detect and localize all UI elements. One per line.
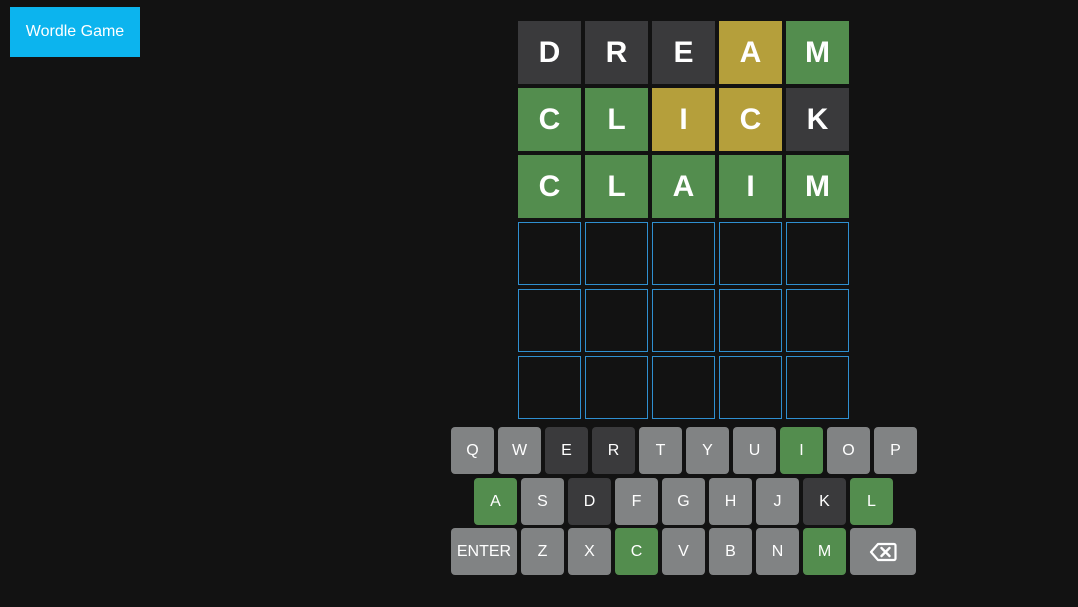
board-tile-r2-c2: L [585,88,648,151]
key-g[interactable]: G [662,478,705,525]
board-tile-r3-c2: L [585,155,648,218]
board-tile-r3-c1: C [518,155,581,218]
key-y[interactable]: Y [686,427,729,474]
game-board: DREAMCLICKCLAIM [518,21,849,419]
board-tile-r2-c4: C [719,88,782,151]
key-enter[interactable]: ENTER [451,528,517,575]
key-c[interactable]: C [615,528,658,575]
board-tile-r6-c3 [652,356,715,419]
board-tile-r6-c4 [719,356,782,419]
key-h[interactable]: H [709,478,752,525]
key-f[interactable]: F [615,478,658,525]
board-tile-r5-c4 [719,289,782,352]
key-b[interactable]: B [709,528,752,575]
board-tile-r1-c3: E [652,21,715,84]
board-tile-r4-c1 [518,222,581,285]
key-j[interactable]: J [756,478,799,525]
board-tile-r6-c5 [786,356,849,419]
key-n[interactable]: N [756,528,799,575]
board-tile-r3-c3: A [652,155,715,218]
key-m[interactable]: M [803,528,846,575]
key-w[interactable]: W [498,427,541,474]
key-t[interactable]: T [639,427,682,474]
key-p[interactable]: P [874,427,917,474]
board-tile-r1-c5: M [786,21,849,84]
board-tile-r1-c4: A [719,21,782,84]
key-a[interactable]: A [474,478,517,525]
key-q[interactable]: Q [451,427,494,474]
key-o[interactable]: O [827,427,870,474]
board-tile-r5-c3 [652,289,715,352]
board-tile-r6-c1 [518,356,581,419]
board-tile-r5-c2 [585,289,648,352]
key-d[interactable]: D [568,478,611,525]
key-l[interactable]: L [850,478,893,525]
board-tile-r5-c1 [518,289,581,352]
board-tile-r3-c5: M [786,155,849,218]
board-tile-r4-c3 [652,222,715,285]
board-tile-r1-c1: D [518,21,581,84]
board-tile-r4-c5 [786,222,849,285]
key-s[interactable]: S [521,478,564,525]
key-k[interactable]: K [803,478,846,525]
key-r[interactable]: R [592,427,635,474]
backspace-icon [869,542,897,561]
wordle-game-button[interactable]: Wordle Game [10,7,140,57]
board-tile-r4-c4 [719,222,782,285]
board-tile-r2-c1: C [518,88,581,151]
board-tile-r6-c2 [585,356,648,419]
key-z[interactable]: Z [521,528,564,575]
key-x[interactable]: X [568,528,611,575]
key-v[interactable]: V [662,528,705,575]
board-tile-r2-c3: I [652,88,715,151]
board-tile-r4-c2 [585,222,648,285]
board-tile-r5-c5 [786,289,849,352]
key-i[interactable]: I [780,427,823,474]
board-tile-r3-c4: I [719,155,782,218]
key-e[interactable]: E [545,427,588,474]
key-backspace[interactable] [850,528,916,575]
board-tile-r1-c2: R [585,21,648,84]
board-tile-r2-c5: K [786,88,849,151]
key-u[interactable]: U [733,427,776,474]
